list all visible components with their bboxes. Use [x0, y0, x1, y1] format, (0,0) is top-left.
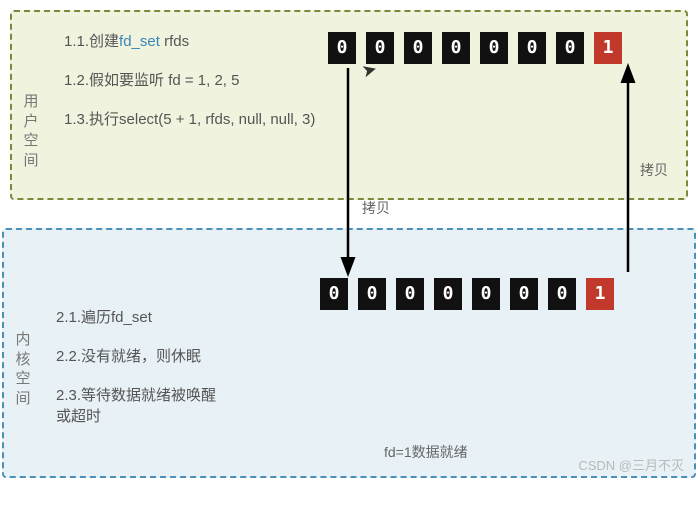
- step-text: 1.1.创建: [64, 33, 119, 50]
- kernel-space-label: 内核 空间: [14, 330, 32, 408]
- data-ready-label: fd=1数据就绪: [384, 442, 468, 462]
- bit-cell: 0: [328, 32, 356, 64]
- step-text: rfds: [160, 33, 189, 50]
- step-2-3: 2.3.等待数据就绪被唤醒 或超时: [56, 384, 678, 426]
- bit-cell: 0: [510, 278, 538, 310]
- bit-cell: 0: [548, 278, 576, 310]
- kernel-space-panel: 内核 空间 00000001 2.1.遍历fd_set 2.2.没有就绪，则休眠…: [2, 228, 696, 478]
- bit-array-kernel: 00000001: [320, 278, 614, 310]
- bit-cell: 1: [586, 278, 614, 310]
- bit-cell: 0: [404, 32, 432, 64]
- user-space-panel: 用户 空间 1.1.创建fd_set rfds 1.2.假如要监听 fd = 1…: [10, 10, 688, 200]
- bit-cell: 0: [472, 278, 500, 310]
- bit-cell: 0: [442, 32, 470, 64]
- user-space-label: 用户 空间: [22, 92, 40, 170]
- copy-up-label: 拷贝: [640, 160, 668, 180]
- bit-cell: 0: [358, 278, 386, 310]
- bit-cell: 0: [556, 32, 584, 64]
- bit-cell: 1: [594, 32, 622, 64]
- bit-cell: 0: [434, 278, 462, 310]
- step-2-2: 2.2.没有就绪，则休眠: [56, 345, 678, 366]
- keyword-fdset: fd_set: [119, 33, 160, 50]
- copy-down-label: 拷贝: [362, 198, 390, 218]
- bit-cell: 0: [480, 32, 508, 64]
- watermark: CSDN @三月不灭: [578, 455, 684, 474]
- step-1-3: 1.3.执行select(5 + 1, rfds, null, null, 3): [64, 108, 670, 129]
- bit-cell: 0: [320, 278, 348, 310]
- bit-cell: 0: [518, 32, 546, 64]
- bit-cell: 0: [396, 278, 424, 310]
